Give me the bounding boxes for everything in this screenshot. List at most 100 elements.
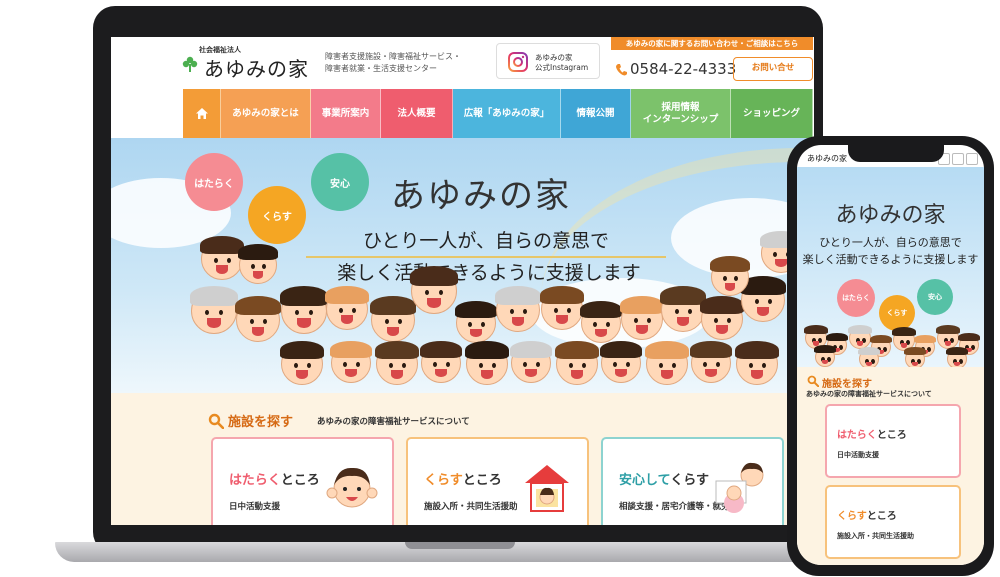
mobile-logo[interactable]: あゆみの家 xyxy=(807,153,847,164)
face-illustration xyxy=(280,341,324,385)
nav-item-corporate[interactable]: 法人概要 xyxy=(381,89,453,138)
face-illustration xyxy=(700,296,744,340)
face-illustration xyxy=(946,347,968,369)
instagram-label-1: あゆみの家 xyxy=(535,53,573,62)
face-illustration xyxy=(645,341,689,385)
mobile-people-illustration xyxy=(797,167,984,369)
face-illustration xyxy=(735,341,779,385)
services-subtitle: あゆみの家の障害福祉サービスについて xyxy=(317,417,470,427)
face-illustration xyxy=(620,296,664,340)
nav-item-about[interactable]: あゆみの家とは xyxy=(221,89,311,138)
service-card-work[interactable]: はたらくところ 日中活動支援 xyxy=(211,437,394,525)
face-illustration xyxy=(510,341,552,383)
card-title-rest: ところ xyxy=(876,430,907,441)
face-illustration xyxy=(280,286,328,334)
inquiry-button[interactable]: お問い合せ xyxy=(733,57,813,81)
face-illustration xyxy=(936,325,960,349)
home-icon xyxy=(195,108,208,119)
face-illustration xyxy=(904,347,926,369)
face-illustration xyxy=(540,286,584,330)
face-illustration xyxy=(420,341,462,383)
card-title-accent: はたらく xyxy=(229,473,281,488)
instagram-icon xyxy=(508,52,528,72)
face-illustration xyxy=(690,341,732,383)
service-card-live[interactable]: くらすところ 施設入所・共同生活援助 xyxy=(406,437,589,525)
main-nav: あゆみの家とは 事業所案内 法人概要 広報「あゆみの家」 情報公開 採用情報 イ… xyxy=(111,89,814,138)
face-illustration xyxy=(235,296,281,342)
nav-item-facilities[interactable]: 事業所案内 xyxy=(311,89,381,138)
face-illustration xyxy=(495,286,541,332)
phone-number[interactable]: 0584-22-4333 xyxy=(630,60,736,78)
card-description: 日中活動支援 xyxy=(229,502,281,512)
service-card-relief[interactable]: 安心してくらす 相談支援・居宅介護等・就労 xyxy=(601,437,784,525)
card-title-accent: はたらく xyxy=(837,430,877,441)
face-illustration xyxy=(375,341,419,385)
nav-item-shopping[interactable]: ショッピング xyxy=(731,89,813,138)
card-title-rest: くらす xyxy=(670,473,709,488)
services-section: 施設を探す あゆみの家の障害福祉サービスについて はたらくところ 日中活動支援 … xyxy=(111,393,814,525)
nav-home[interactable] xyxy=(183,89,221,138)
face-illustration xyxy=(555,341,599,385)
card-description: 施設入所・共同生活援助 xyxy=(424,502,518,512)
instagram-link[interactable]: あゆみの家 公式Instagram xyxy=(496,43,600,79)
boy-illustration-icon xyxy=(326,467,378,508)
contact-banner[interactable]: あゆみの家に関するお問い合わせ・ご相談はこちら xyxy=(611,37,813,50)
card-title-accent: くらす xyxy=(424,473,463,488)
instagram-label-2: 公式Instagram xyxy=(535,63,589,72)
device-mockup: 社会福祉法人 あゆみの家 障害者支援施設・障害福祉サービス・障害者就業・生活支援… xyxy=(0,0,1000,577)
clover-logo-icon xyxy=(182,56,198,72)
laptop-notch xyxy=(405,542,515,549)
nav-item-recruit[interactable]: 採用情報 インターンシップ xyxy=(631,89,731,138)
house-illustration-icon xyxy=(525,465,569,512)
face-illustration xyxy=(370,296,416,342)
desktop-website: 社会福祉法人 あゆみの家 障害者支援施設・障害福祉サービス・障害者就業・生活支援… xyxy=(111,37,814,525)
mobile-services-section: 施設を探す あゆみの家の障害福祉サービスについて はたらくところ 日中活動支援 … xyxy=(797,367,984,565)
card-title-rest: ところ xyxy=(280,473,320,488)
face-illustration xyxy=(465,341,509,385)
mail-icon[interactable] xyxy=(952,153,964,165)
face-illustration xyxy=(710,256,750,296)
site-logo[interactable]: あゆみの家 xyxy=(204,53,309,82)
face-illustration xyxy=(858,347,880,369)
mobile-header-icons xyxy=(938,153,978,165)
caregiver-illustration-icon xyxy=(715,462,764,513)
face-illustration xyxy=(330,341,372,383)
mobile-service-card-work[interactable]: はたらくところ 日中活動支援 xyxy=(825,404,961,478)
hero-banner: はたらく くらす 安心 あゆみの家 ひとり一人が、自らの意思で 楽しく活動できる… xyxy=(111,138,814,393)
face-illustration xyxy=(740,276,786,322)
face-illustration xyxy=(848,325,872,349)
face-illustration xyxy=(455,301,497,343)
search-icon xyxy=(807,375,819,387)
services-title: 施設を探す xyxy=(228,415,294,430)
face-illustration xyxy=(238,244,278,284)
nav-item-newsletter[interactable]: 広報「あゆみの家」 xyxy=(453,89,561,138)
face-illustration xyxy=(600,341,642,383)
phone-icon xyxy=(616,64,627,76)
face-illustration xyxy=(410,266,458,314)
hamburger-menu-icon[interactable] xyxy=(966,153,978,165)
card-title-rest: ところ xyxy=(462,473,502,488)
phone-notch xyxy=(848,145,944,162)
mobile-service-card-live[interactable]: くらすところ 施設入所・共同生活援助 xyxy=(825,485,961,559)
people-illustration xyxy=(111,138,814,393)
search-icon xyxy=(208,413,224,429)
face-illustration xyxy=(814,345,836,367)
mobile-website: あゆみの家 あゆみの家 ひとり一人が、自らの意思で 楽しく活動できるように支援し… xyxy=(797,145,984,565)
card-title-rest: ところ xyxy=(866,511,897,522)
site-tagline: 障害者支援施設・障害福祉サービス・障害者就業・生活支援センター xyxy=(325,52,461,73)
mobile-services-subtitle: あゆみの家の障害福祉サービスについて xyxy=(806,390,932,398)
face-illustration xyxy=(200,236,244,280)
site-header: 社会福祉法人 あゆみの家 障害者支援施設・障害福祉サービス・障害者就業・生活支援… xyxy=(111,37,814,89)
card-description: 日中活動支援 xyxy=(837,451,879,459)
face-illustration xyxy=(580,301,622,343)
card-description: 施設入所・共同生活援助 xyxy=(837,532,914,540)
mobile-services-title: 施設を探す xyxy=(822,379,872,390)
face-illustration xyxy=(660,286,706,332)
face-illustration xyxy=(325,286,369,330)
face-illustration xyxy=(190,286,238,334)
nav-item-disclosure[interactable]: 情報公開 xyxy=(561,89,631,138)
mobile-hero: あゆみの家 ひとり一人が、自らの意思で 楽しく活動できるように支援します はたら… xyxy=(797,167,984,369)
card-description: 相談支援・居宅介護等・就労 xyxy=(619,502,730,512)
card-title-accent: 安心して xyxy=(619,473,671,488)
card-title-accent: くらす xyxy=(837,511,867,522)
